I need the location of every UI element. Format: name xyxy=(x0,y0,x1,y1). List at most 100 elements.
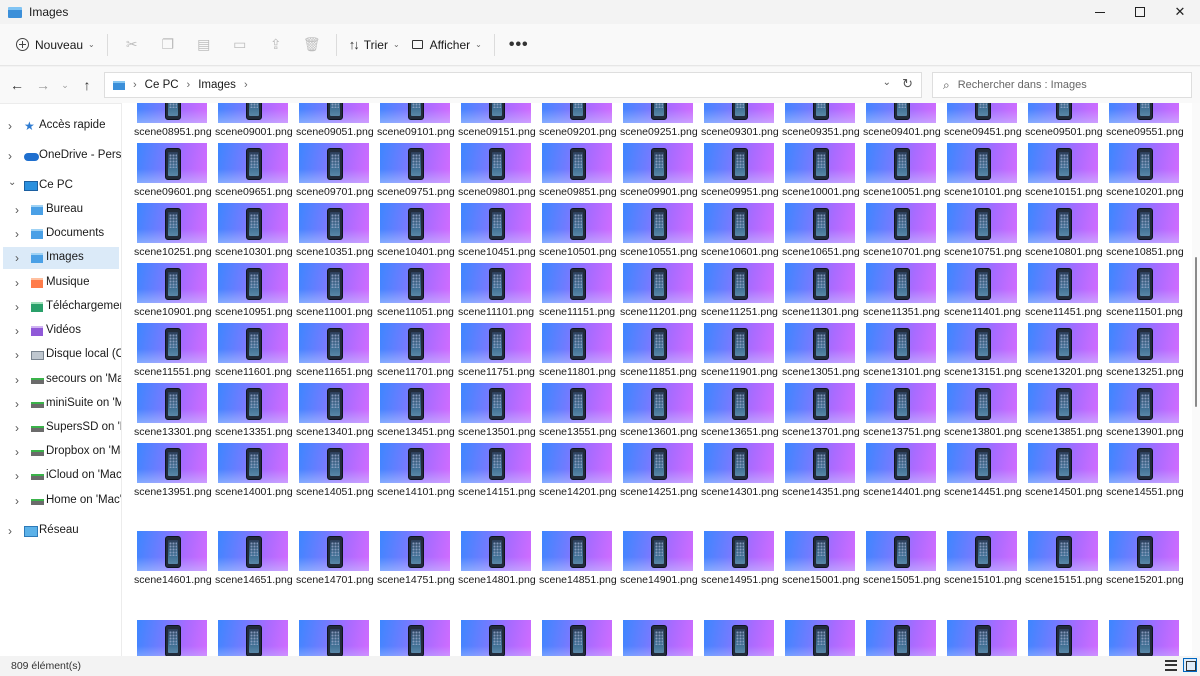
file-tile[interactable]: scene11201.png xyxy=(620,263,697,319)
file-tile[interactable]: scene10351.png xyxy=(296,203,374,259)
file-tile[interactable]: scene10051.png xyxy=(863,143,941,199)
search-input[interactable]: ⌕ Rechercher dans : Images xyxy=(932,72,1192,98)
chevron-right-icon[interactable]: › xyxy=(15,203,19,217)
recent-locations-icon[interactable]: ⌄ xyxy=(56,71,74,99)
file-tile[interactable]: scene14351.png xyxy=(782,443,860,499)
file-tile[interactable]: scene11751.png xyxy=(458,323,535,379)
file-tile[interactable]: scene10501.png xyxy=(539,203,617,259)
chevron-right-icon[interactable]: › xyxy=(8,119,12,133)
back-arrow-icon[interactable]: ← xyxy=(4,71,30,99)
file-tile[interactable] xyxy=(458,620,534,656)
sidebar-item[interactable]: › miniSuite on 'Mac xyxy=(0,393,121,415)
more-options-button[interactable]: ••• xyxy=(501,36,537,54)
file-tile[interactable]: scene11351.png xyxy=(863,263,940,319)
file-tile[interactable]: scene09901.png xyxy=(620,143,698,199)
file-tile[interactable]: scene13251.png xyxy=(1106,323,1184,379)
file-tile[interactable]: scene10901.png xyxy=(134,263,212,319)
chevron-right-icon[interactable]: › xyxy=(15,494,19,508)
file-tile[interactable]: scene09051.png xyxy=(296,103,374,139)
file-tile[interactable]: scene08951.png xyxy=(134,103,212,139)
file-tile[interactable]: scene09651.png xyxy=(215,143,293,199)
sidebar-item[interactable]: › Images xyxy=(3,247,119,269)
scissors-icon[interactable]: ✂ xyxy=(114,29,150,61)
file-tile[interactable]: scene14501.png xyxy=(1025,443,1103,499)
file-tile[interactable]: scene14301.png xyxy=(701,443,779,499)
file-tile[interactable]: scene15101.png xyxy=(944,531,1022,587)
file-tile[interactable] xyxy=(134,620,210,656)
sort-button[interactable]: ↑↓ Trier ⌄ xyxy=(343,29,406,61)
file-tile[interactable] xyxy=(944,620,1020,656)
file-tile[interactable]: scene11851.png xyxy=(620,323,697,379)
chevron-right-icon[interactable]: › xyxy=(15,251,19,265)
file-tile[interactable]: scene14401.png xyxy=(863,443,941,499)
file-tile[interactable]: scene11801.png xyxy=(539,323,616,379)
file-tile[interactable]: scene13351.png xyxy=(215,383,293,439)
file-tile[interactable]: scene13301.png xyxy=(134,383,212,439)
address-dropdown-icon[interactable]: ⌄ xyxy=(883,77,891,88)
file-tile[interactable]: scene14451.png xyxy=(944,443,1022,499)
file-tile[interactable]: scene09701.png xyxy=(296,143,374,199)
details-view-icon[interactable] xyxy=(1165,660,1177,671)
address-bar[interactable]: › Ce PC › Images › ⌄ ↻ xyxy=(104,72,922,98)
file-tile[interactable]: scene09951.png xyxy=(701,143,779,199)
chevron-right-icon[interactable]: › xyxy=(15,373,19,387)
minimize-button[interactable] xyxy=(1080,0,1120,24)
view-button[interactable]: Afficher ⌄ xyxy=(406,29,488,61)
file-tile[interactable]: scene10401.png xyxy=(377,203,455,259)
sidebar-item[interactable]: ⌄ Ce PC xyxy=(0,175,121,197)
file-tile[interactable]: scene13701.png xyxy=(782,383,860,439)
sidebar-item[interactable]: › Réseau xyxy=(0,520,121,542)
chevron-right-icon[interactable]: › xyxy=(15,445,19,459)
file-tile[interactable]: scene14051.png xyxy=(296,443,374,499)
file-tile[interactable]: scene10701.png xyxy=(863,203,941,259)
file-tile[interactable]: scene11501.png xyxy=(1106,263,1183,319)
file-tile[interactable]: scene09101.png xyxy=(377,103,455,139)
file-tile[interactable]: scene14251.png xyxy=(620,443,698,499)
file-tile[interactable]: scene11551.png xyxy=(134,323,211,379)
file-tile[interactable]: scene14651.png xyxy=(215,531,293,587)
file-tile[interactable] xyxy=(215,620,291,656)
file-tile[interactable]: scene14851.png xyxy=(539,531,617,587)
file-tile[interactable] xyxy=(296,620,372,656)
file-tile[interactable]: scene09851.png xyxy=(539,143,617,199)
file-tile[interactable]: scene15151.png xyxy=(1025,531,1103,587)
file-tile[interactable]: scene11451.png xyxy=(1025,263,1102,319)
file-tile[interactable]: scene13151.png xyxy=(944,323,1022,379)
file-tile[interactable]: scene14751.png xyxy=(377,531,455,587)
chevron-right-icon[interactable]: › xyxy=(15,348,19,362)
file-tile[interactable]: scene10951.png xyxy=(215,263,293,319)
file-tile[interactable]: scene11001.png xyxy=(296,263,373,319)
up-arrow-icon[interactable]: ↑ xyxy=(74,71,100,99)
file-tile[interactable]: scene10301.png xyxy=(215,203,293,259)
chevron-right-icon[interactable]: › xyxy=(15,421,19,435)
file-tile[interactable]: scene09301.png xyxy=(701,103,779,139)
sidebar-item[interactable]: › Vidéos xyxy=(0,320,121,342)
file-tile[interactable]: scene14151.png xyxy=(458,443,536,499)
file-tile[interactable] xyxy=(1106,620,1182,656)
file-tile[interactable]: scene09201.png xyxy=(539,103,617,139)
file-tile[interactable]: scene11301.png xyxy=(782,263,859,319)
file-tile[interactable] xyxy=(539,620,615,656)
file-tile[interactable]: scene13751.png xyxy=(863,383,941,439)
file-tile[interactable]: scene09801.png xyxy=(458,143,536,199)
file-tile[interactable]: scene14901.png xyxy=(620,531,698,587)
file-tile[interactable]: scene14201.png xyxy=(539,443,617,499)
file-tile[interactable]: scene11151.png xyxy=(539,263,615,319)
file-tile[interactable] xyxy=(863,620,939,656)
new-button[interactable]: Nouveau ⌄ xyxy=(10,29,101,61)
file-tile[interactable]: scene11101.png xyxy=(458,263,534,319)
file-tile[interactable]: scene09001.png xyxy=(215,103,293,139)
file-tile[interactable]: scene09451.png xyxy=(944,103,1022,139)
file-tile[interactable]: scene13101.png xyxy=(863,323,941,379)
file-tile[interactable]: scene09151.png xyxy=(458,103,536,139)
breadcrumb-ce-pc[interactable]: Ce PC xyxy=(145,79,179,91)
file-tile[interactable]: scene09751.png xyxy=(377,143,455,199)
sidebar-item[interactable]: › Home on 'Mac' (Z xyxy=(0,490,121,512)
file-tile[interactable]: scene13051.png xyxy=(782,323,860,379)
file-tile[interactable]: scene13651.png xyxy=(701,383,779,439)
sidebar-item[interactable]: › Musique xyxy=(0,272,121,294)
refresh-icon[interactable]: ↻ xyxy=(902,76,913,92)
breadcrumb-chevron-icon[interactable]: › xyxy=(244,79,248,91)
maximize-button[interactable] xyxy=(1120,0,1160,24)
chevron-right-icon[interactable]: › xyxy=(8,149,12,163)
